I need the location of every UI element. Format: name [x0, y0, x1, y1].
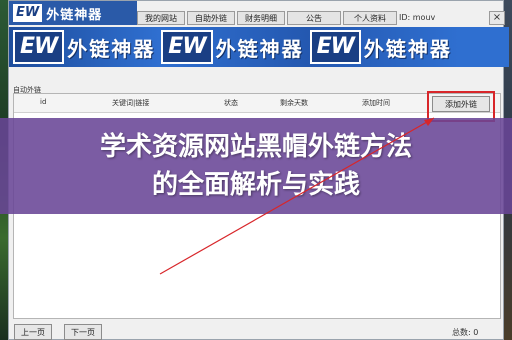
- prev-page-button[interactable]: 上一页: [14, 324, 52, 340]
- headline-line-2: 的全面解析与实践: [151, 170, 360, 200]
- close-icon[interactable]: ×: [489, 11, 505, 25]
- banner-brand-2: EW 外链神器: [161, 30, 303, 64]
- banner-brand-1: EW 外链神器: [13, 30, 155, 64]
- next-page-button[interactable]: 下一页: [64, 324, 102, 340]
- column-header-id: id: [40, 98, 47, 106]
- column-header-keyword-link: 关键词|链接: [112, 99, 150, 107]
- top-logo: EW 外链神器: [9, 1, 137, 25]
- brand-banner: EW 外链神器 EW 外链神器 EW 外链神器: [9, 27, 509, 67]
- banner-text: 外链神器: [363, 36, 452, 61]
- banner-mark: EW: [13, 30, 65, 64]
- nav-announcements[interactable]: 公告: [287, 11, 341, 25]
- column-header-status: 状态: [224, 99, 238, 107]
- banner-brand-3: EW 外链神器: [309, 30, 452, 64]
- nav-profile[interactable]: 个人资料: [343, 11, 397, 25]
- column-header-added-time: 添加时间: [362, 99, 390, 107]
- logo-mark: EW: [13, 4, 43, 22]
- add-link-button[interactable]: 添加外链: [432, 96, 490, 112]
- user-id-label: ID: mouv: [399, 13, 436, 22]
- nav-my-sites[interactable]: 我的网站: [137, 11, 185, 25]
- nav-finance[interactable]: 财务明细: [237, 11, 285, 25]
- table-header: id 关键词|链接 状态 剩余天数 添加时间: [14, 94, 500, 113]
- logo-text: 外链神器: [46, 7, 103, 23]
- total-count: 总数: 0: [452, 328, 479, 337]
- headline-line-1: 学术资源网站黑帽外链方法: [99, 132, 412, 162]
- banner-mark: EW: [309, 30, 361, 64]
- nav-auto-links[interactable]: 自助外链: [187, 11, 235, 25]
- banner-mark: EW: [161, 30, 213, 64]
- column-header-days-left: 剩余天数: [280, 99, 308, 107]
- banner-text: 外链神器: [215, 36, 304, 61]
- banner-text: 外链神器: [67, 36, 156, 61]
- headline: 学术资源网站黑帽外链方法 的全面解析与实践: [0, 128, 512, 204]
